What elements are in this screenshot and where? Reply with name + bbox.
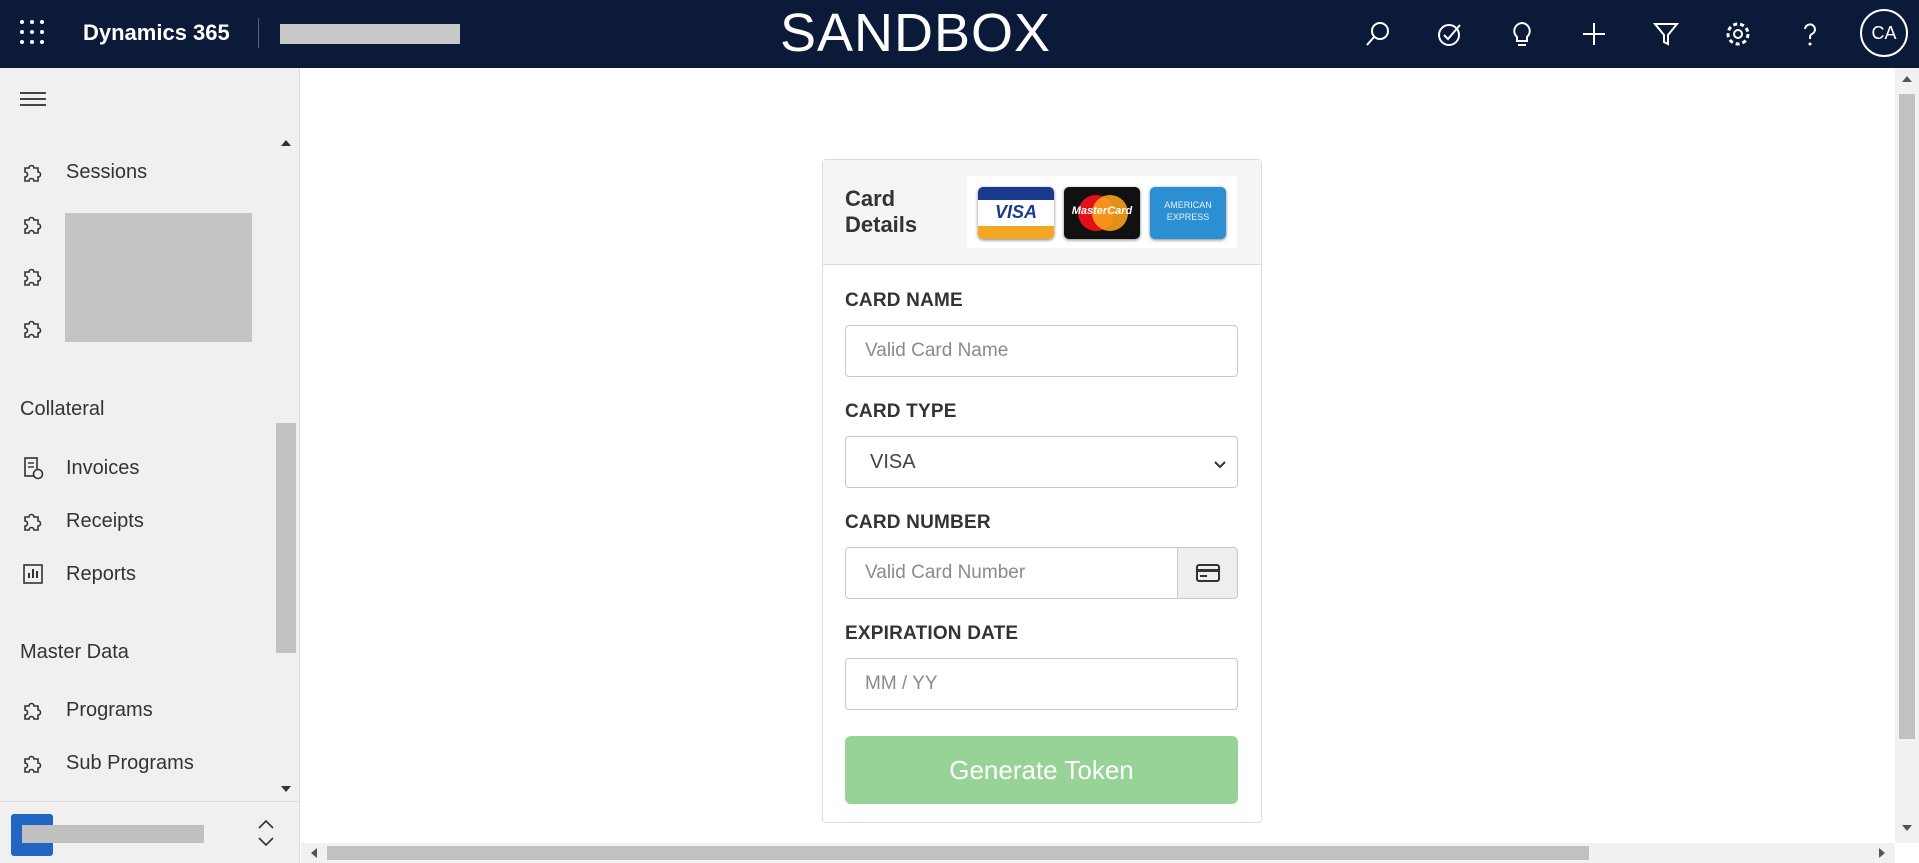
puzzle-icon [20, 315, 46, 341]
report-icon [20, 561, 46, 587]
sidebar-scrollbar-thumb[interactable] [276, 423, 296, 653]
card-name-label: CARD NAME [845, 290, 963, 311]
amex-logo-line1: AMERICAN [1164, 200, 1212, 210]
scroll-right-icon[interactable] [1879, 848, 1885, 858]
group-title-master-data: Master Data [20, 641, 129, 663]
sidebar-item-receipts[interactable]: Receipts [0, 499, 270, 543]
expiration-date-input[interactable] [845, 658, 1238, 710]
mastercard-logo-text: MasterCard [1071, 205, 1133, 217]
chevron-down-icon [1213, 455, 1227, 478]
sidebar-item-label: Reports [66, 562, 137, 585]
app-title[interactable]: Dynamics 365 [83, 20, 230, 46]
sidebar-item-reports[interactable]: Reports [0, 552, 270, 596]
card-type-selected: VISA [870, 450, 916, 473]
plus-icon[interactable] [1574, 14, 1614, 54]
title-divider [258, 18, 259, 48]
gear-icon[interactable] [1718, 14, 1758, 54]
sidebar-item-label: Programs [66, 698, 153, 721]
app-launcher-icon[interactable] [20, 20, 48, 48]
lightbulb-icon[interactable] [1502, 14, 1542, 54]
card-number-group [845, 547, 1238, 599]
sidebar-item-invoices[interactable]: Invoices [0, 446, 270, 490]
sidebar-item-sessions[interactable]: Sessions [0, 150, 270, 194]
invoice-icon [20, 455, 46, 481]
sidebar: Sessions Collateral Invoices Receipts Re… [0, 68, 300, 863]
sidebar-scroll-up-icon[interactable] [281, 140, 291, 146]
card-logos: VISA MasterCard AMERICAN EXPRESS [967, 176, 1237, 248]
scroll-up-icon[interactable] [1902, 76, 1912, 82]
generate-token-button[interactable]: Generate Token [845, 736, 1238, 804]
puzzle-icon [20, 750, 46, 776]
search-icon[interactable] [1358, 14, 1398, 54]
filter-icon[interactable] [1646, 14, 1686, 54]
redacted-app-name [280, 24, 460, 44]
visa-logo-icon: VISA [978, 187, 1054, 239]
amex-logo-icon: AMERICAN EXPRESS [1150, 187, 1226, 239]
scroll-down-icon[interactable] [1902, 825, 1912, 831]
sidebar-item-label: Invoices [66, 456, 140, 479]
puzzle-icon [20, 508, 46, 534]
card-number-input[interactable] [845, 547, 1178, 599]
horizontal-scrollbar-thumb[interactable] [327, 846, 1589, 860]
sidebar-item-sub-programs[interactable]: Sub Programs [0, 741, 270, 785]
credit-card-icon [1177, 547, 1238, 599]
hamburger-menu-icon[interactable] [20, 92, 46, 106]
card-header: Card Details VISA MasterCard AMERICAN EX… [823, 160, 1261, 265]
vertical-scrollbar-thumb[interactable] [1899, 94, 1915, 739]
environment-title: SANDBOX [780, 3, 1052, 63]
amex-logo-line2: EXPRESS [1166, 212, 1210, 222]
user-avatar[interactable]: CA [1860, 9, 1908, 57]
top-bar: Dynamics 365 SANDBOX CA [0, 0, 1919, 68]
puzzle-icon [20, 211, 46, 237]
sidebar-item-label: Receipts [66, 509, 144, 532]
card-number-label: CARD NUMBER [845, 512, 991, 533]
card-details-panel: Card Details VISA MasterCard AMERICAN EX… [822, 159, 1262, 823]
sidebar-scroll-down-icon[interactable] [281, 786, 291, 792]
card-type-select[interactable]: VISA [845, 436, 1238, 488]
mastercard-logo-icon: MasterCard [1064, 187, 1140, 239]
card-type-label: CARD TYPE [845, 401, 957, 422]
chevron-up-down-icon[interactable] [256, 816, 276, 850]
visa-logo-text: VISA [994, 202, 1037, 222]
puzzle-icon [20, 263, 46, 289]
sidebar-item-label: Sub Programs [66, 751, 194, 774]
card-title: Card Details [845, 186, 918, 237]
redacted-nav-labels [65, 213, 252, 342]
main-horizontal-scrollbar[interactable] [301, 843, 1895, 863]
expiration-date-label: EXPIRATION DATE [845, 623, 1019, 644]
puzzle-icon [20, 159, 46, 185]
sidebar-item-label: Sessions [66, 160, 148, 183]
main-vertical-scrollbar[interactable] [1895, 68, 1919, 843]
puzzle-icon [20, 697, 46, 723]
main-content: Card Details VISA MasterCard AMERICAN EX… [301, 68, 1899, 843]
group-title-collateral: Collateral [20, 398, 105, 420]
scroll-left-icon[interactable] [311, 848, 317, 858]
sidebar-item-programs[interactable]: Programs [0, 688, 270, 732]
card-name-input[interactable] [845, 325, 1238, 377]
task-flow-icon[interactable] [1430, 14, 1470, 54]
redacted-area-name [22, 825, 204, 843]
area-switcher[interactable] [0, 801, 300, 863]
help-icon[interactable] [1790, 14, 1830, 54]
